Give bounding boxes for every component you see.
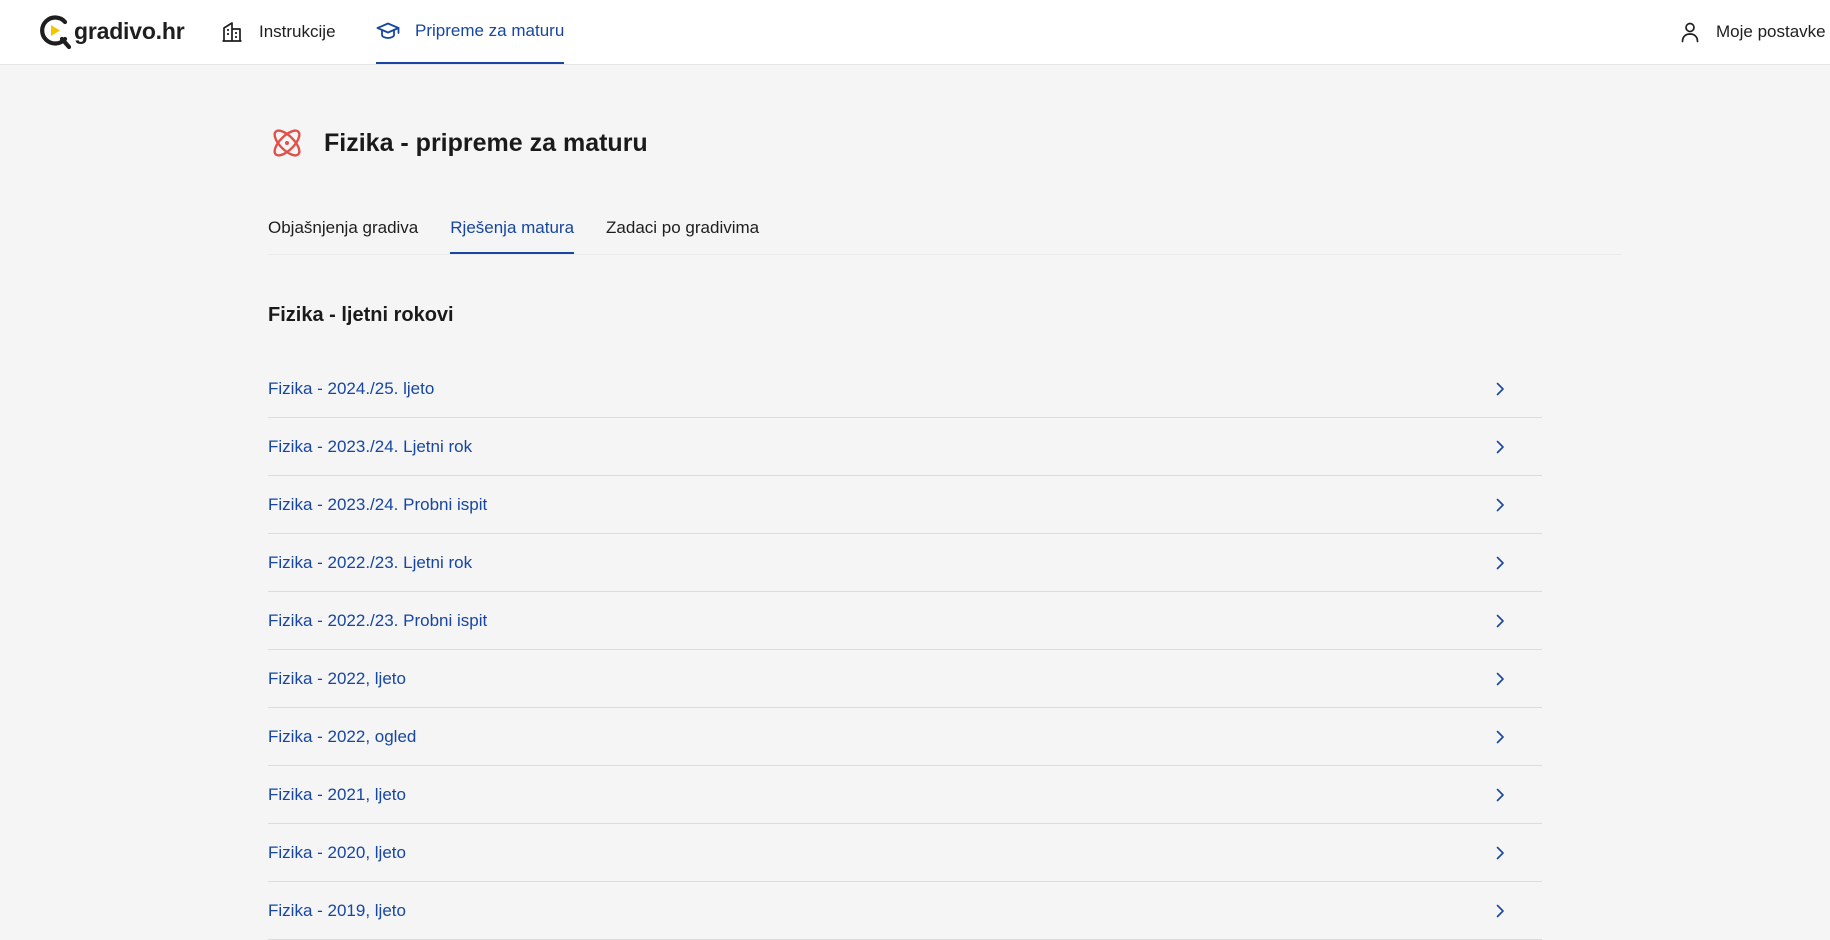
atom-icon	[273, 129, 301, 157]
chevron-right-icon	[1496, 498, 1504, 511]
exam-link[interactable]: Fizika - 2019, ljeto	[268, 901, 406, 921]
exam-link[interactable]: Fizika - 2023./24. Ljetni rok	[268, 437, 472, 457]
tab-rjesenja-matura[interactable]: Rješenja matura	[450, 206, 575, 254]
list-item[interactable]: Fizika - 2023./24. Probni ispit	[268, 476, 1542, 534]
top-navigation: gradivo.hr Instrukcije Pripreme za matur…	[0, 0, 1830, 65]
user-icon	[1681, 22, 1699, 43]
content-tabs: Objašnjenja gradiva Rješenja matura Zada…	[268, 206, 1622, 255]
exam-link[interactable]: Fizika - 2022./23. Ljetni rok	[268, 553, 472, 573]
list-item[interactable]: Fizika - 2024./25. ljeto	[268, 360, 1542, 418]
logo-text: gradivo.hr	[74, 17, 185, 44]
chevron-right-icon	[1496, 672, 1504, 685]
chevron-right-icon	[1496, 556, 1504, 569]
exam-list: Fizika - 2024./25. ljeto Fizika - 2023./…	[268, 360, 1542, 940]
nav-instrukcije[interactable]: Instrukcije	[220, 0, 336, 64]
exam-link[interactable]: Fizika - 2023./24. Probni ispit	[268, 495, 487, 515]
logo-link[interactable]: gradivo.hr	[38, 12, 185, 50]
exam-link[interactable]: Fizika - 2020, ljeto	[268, 843, 406, 863]
chevron-right-icon	[1496, 730, 1504, 743]
exam-link[interactable]: Fizika - 2022, ogled	[268, 727, 416, 747]
page-title: Fizika - pripreme za maturu	[324, 128, 648, 157]
nav-moje-postavke[interactable]: Moje postavke	[1678, 0, 1826, 64]
list-item[interactable]: Fizika - 2019, ljeto	[268, 882, 1542, 940]
chevron-right-icon	[1496, 904, 1504, 917]
exam-link[interactable]: Fizika - 2022, ljeto	[268, 669, 406, 689]
list-item[interactable]: Fizika - 2022./23. Probni ispit	[268, 592, 1542, 650]
chevron-right-icon	[1496, 788, 1504, 801]
list-item[interactable]: Fizika - 2022, ogled	[268, 708, 1542, 766]
list-item[interactable]: Fizika - 2020, ljeto	[268, 824, 1542, 882]
tab-objasnjenja-gradiva[interactable]: Objašnjenja gradiva	[268, 206, 418, 254]
building-icon	[222, 22, 242, 42]
chevron-right-icon	[1496, 440, 1504, 453]
graduation-cap-icon	[376, 22, 400, 39]
chevron-right-icon	[1496, 382, 1504, 395]
nav-label-pripreme: Pripreme za maturu	[415, 21, 565, 40]
exam-link[interactable]: Fizika - 2021, ljeto	[268, 785, 406, 805]
list-item[interactable]: Fizika - 2022, ljeto	[268, 650, 1542, 708]
nav-label-settings: Moje postavke	[1716, 22, 1826, 41]
tab-zadaci-po-gradivima[interactable]: Zadaci po gradivima	[606, 206, 759, 254]
list-item[interactable]: Fizika - 2023./24. Ljetni rok	[268, 418, 1542, 476]
list-item[interactable]: Fizika - 2022./23. Ljetni rok	[268, 534, 1542, 592]
chevron-right-icon	[1496, 846, 1504, 859]
exam-link[interactable]: Fizika - 2024./25. ljeto	[268, 379, 434, 399]
page-header: Fizika - pripreme za maturu	[268, 124, 648, 162]
section-title: Fizika - ljetni rokovi	[268, 304, 454, 326]
chevron-right-icon	[1496, 614, 1504, 627]
list-item[interactable]: Fizika - 2021, ljeto	[268, 766, 1542, 824]
nav-label-instrukcije: Instrukcije	[259, 22, 336, 41]
exam-link[interactable]: Fizika - 2022./23. Probni ispit	[268, 611, 487, 631]
logo-icon	[40, 15, 72, 50]
nav-pripreme-za-maturu[interactable]: Pripreme za maturu	[376, 0, 565, 64]
